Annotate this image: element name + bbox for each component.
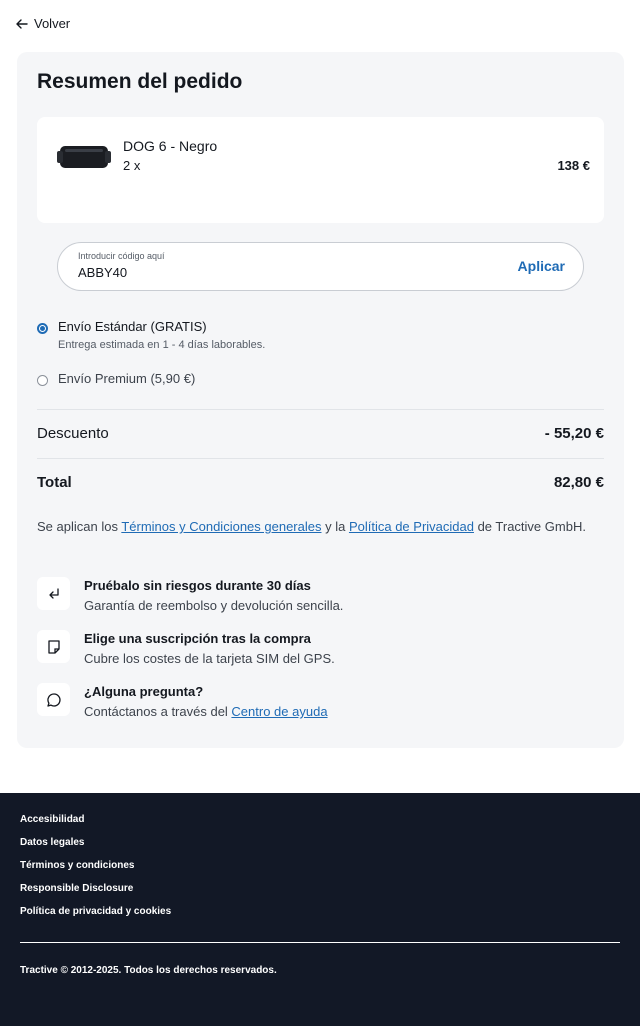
feature-title: ¿Alguna pregunta? — [84, 684, 204, 699]
order-summary-card: Resumen del pedido DOG 6 - Negro 2 x 138… — [17, 52, 624, 748]
help-desc-prefix: Contáctanos a través del — [84, 704, 232, 719]
page-title: Resumen del pedido — [37, 70, 243, 93]
shipping-option-premium[interactable]: Envío Premium (5,90 €) — [37, 371, 195, 386]
arrow-left-icon — [16, 18, 28, 29]
coupon-field[interactable]: Introducir código aquí Aplicar — [57, 242, 584, 291]
apply-coupon-button[interactable]: Aplicar — [518, 258, 565, 274]
total-row: Total 82,80 € — [37, 474, 604, 491]
footer-divider — [20, 942, 620, 943]
terms-middle: y la — [321, 519, 349, 534]
product-quantity: 2 x — [123, 158, 141, 173]
total-value: 82,80 € — [553, 474, 604, 491]
shipping-option-standard[interactable]: Envío Estándar (GRATIS) Entrega estimada… — [37, 319, 265, 351]
terms-suffix: de Tractive GmbH. — [473, 519, 586, 534]
footer-link-legal[interactable]: Datos legales — [20, 837, 171, 860]
feature-help: ¿Alguna pregunta? Contáctanos a través d… — [37, 683, 328, 719]
footer-copyright: Tractive © 2012-2025. Todos los derechos… — [20, 965, 277, 976]
back-label: Volver — [34, 16, 71, 31]
chat-bubble-icon — [46, 692, 61, 707]
feature-icon-box — [37, 683, 70, 716]
feature-desc: Cubre los costes de la tarjeta SIM del G… — [84, 651, 335, 666]
product-price: 138 € — [557, 158, 590, 173]
coupon-label: Introducir código aquí — [78, 251, 165, 261]
site-footer: Accesibilidad Datos legales Términos y c… — [0, 793, 640, 1026]
discount-value: - 55,20 € — [544, 425, 604, 442]
footer-link-accessibility[interactable]: Accesibilidad — [20, 814, 171, 837]
feature-trial: Pruébalo sin riesgos durante 30 días Gar… — [37, 577, 343, 613]
privacy-link[interactable]: Política de Privacidad — [349, 519, 474, 534]
divider — [37, 458, 604, 459]
divider — [37, 409, 604, 410]
back-link[interactable]: Volver — [16, 16, 70, 31]
feature-icon-box — [37, 577, 70, 610]
product-name: DOG 6 - Negro — [123, 138, 218, 154]
feature-desc: Garantía de reembolso y devolución senci… — [84, 598, 344, 613]
terms-prefix: Se aplican los — [37, 519, 122, 534]
discount-label: Descuento — [37, 425, 109, 442]
terms-text: Se aplican los Términos y Condiciones ge… — [37, 516, 597, 537]
feature-icon-box — [37, 630, 70, 663]
coupon-input[interactable] — [78, 265, 458, 280]
shipping-standard-sub: Entrega estimada en 1 - 4 días laborable… — [58, 339, 266, 351]
terms-link[interactable]: Términos y Condiciones generales — [121, 519, 321, 534]
sim-card-icon — [47, 639, 60, 654]
feature-title: Elige una suscripción tras la compra — [84, 631, 311, 646]
discount-row: Descuento - 55,20 € — [37, 425, 604, 442]
footer-links: Accesibilidad Datos legales Términos y c… — [20, 814, 171, 929]
shipping-premium-label: Envío Premium (5,90 €) — [58, 371, 196, 386]
footer-link-disclosure[interactable]: Responsible Disclosure — [20, 883, 171, 906]
radio-unselected[interactable] — [37, 375, 48, 386]
product-item: DOG 6 - Negro 2 x 138 € — [37, 117, 604, 223]
feature-subscription: Elige una suscripción tras la compra Cub… — [37, 630, 335, 666]
return-arrow-icon — [48, 587, 59, 599]
footer-link-privacy[interactable]: Política de privacidad y cookies — [20, 906, 171, 929]
tracker-device-image — [57, 146, 111, 168]
shipping-standard-label: Envío Estándar (GRATIS) — [58, 319, 207, 334]
radio-selected[interactable] — [37, 323, 48, 334]
help-center-link[interactable]: Centro de ayuda — [231, 704, 327, 719]
footer-link-terms[interactable]: Términos y condiciones — [20, 860, 171, 883]
feature-title: Pruébalo sin riesgos durante 30 días — [84, 578, 311, 593]
total-label: Total — [37, 474, 72, 491]
feature-desc: Contáctanos a través del Centro de ayuda — [84, 704, 328, 719]
